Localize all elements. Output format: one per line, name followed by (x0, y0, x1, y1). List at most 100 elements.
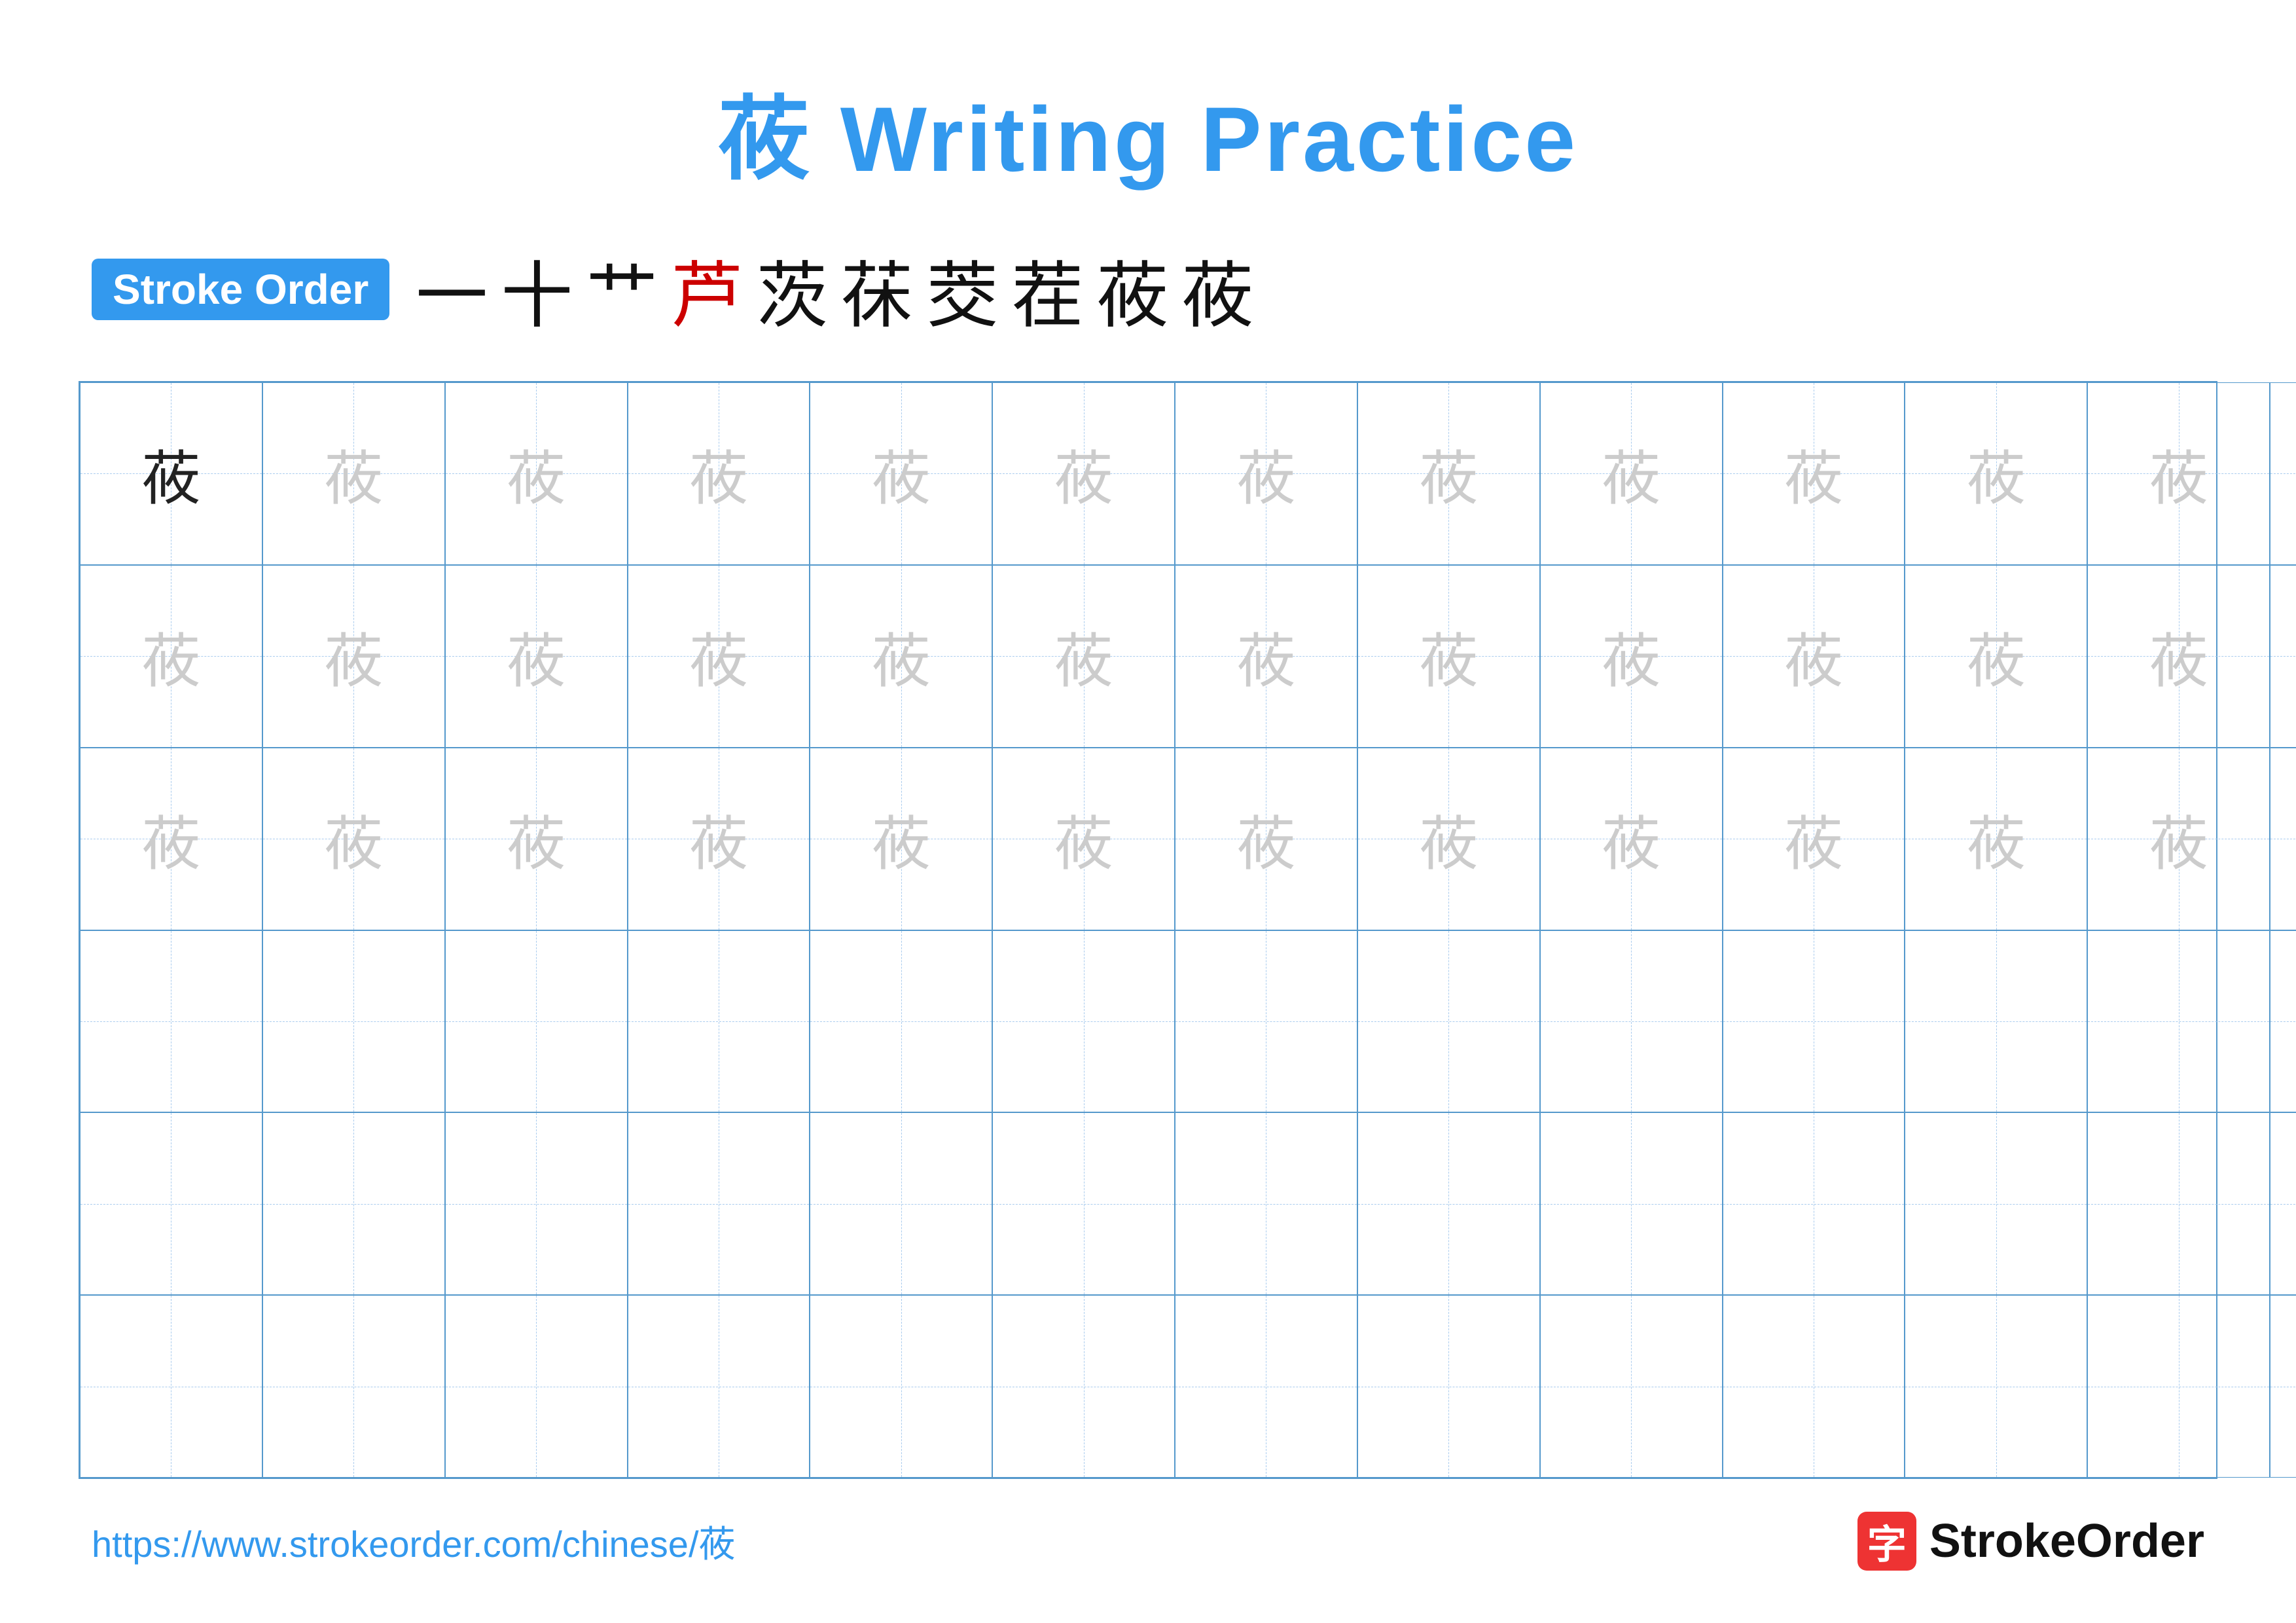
grid-cell[interactable]: 莜 (810, 382, 992, 565)
grid-cell[interactable]: 莜 (1905, 565, 2087, 748)
grid-char: 莜 (1419, 796, 1478, 881)
grid-char: 莜 (1602, 613, 1660, 699)
grid-cell[interactable] (445, 1112, 628, 1295)
grid-cell[interactable]: 莜 (1175, 565, 1357, 748)
grid-cell[interactable]: 莜 (2270, 382, 2296, 565)
grid-cell[interactable] (1723, 930, 1905, 1113)
grid-cell[interactable] (992, 1295, 1175, 1478)
grid-cell[interactable] (628, 930, 810, 1113)
grid-cell[interactable]: 莜 (628, 748, 810, 930)
grid-cell[interactable]: 莜 (80, 748, 262, 930)
stroke-seq-6: 茠 (841, 237, 913, 342)
grid-cell[interactable]: 莜 (628, 565, 810, 748)
grid-char: 莜 (324, 613, 383, 699)
grid-cell[interactable] (810, 1112, 992, 1295)
grid-cell[interactable]: 莜 (628, 382, 810, 565)
grid-cell[interactable]: 莜 (1175, 748, 1357, 930)
grid-cell[interactable]: 莜 (2087, 382, 2270, 565)
grid-cell[interactable]: 莜 (1357, 748, 1540, 930)
grid-cell[interactable] (80, 1295, 262, 1478)
grid-cell[interactable] (628, 1295, 810, 1478)
stroke-order-row: Stroke Order 一 十 艹 芦 茨 茠 茭 茬 莜 莜 (79, 237, 2217, 342)
grid-cell[interactable] (810, 1295, 992, 1478)
grid-char: 莜 (1967, 431, 2026, 516)
grid-cell[interactable] (2270, 1112, 2296, 1295)
stroke-seq-5: 茨 (756, 237, 828, 342)
grid-cell[interactable]: 莜 (992, 748, 1175, 930)
grid-char: 莜 (1054, 796, 1113, 881)
stroke-seq-7: 茭 (926, 237, 998, 342)
grid-cell[interactable]: 莜 (80, 382, 262, 565)
grid-cell[interactable] (992, 1112, 1175, 1295)
grid-cell[interactable] (445, 930, 628, 1113)
grid-cell[interactable] (1175, 930, 1357, 1113)
grid-cell[interactable]: 莜 (810, 748, 992, 930)
grid-cell[interactable]: 莜 (2087, 565, 2270, 748)
grid-cell[interactable] (1723, 1112, 1905, 1295)
grid-cell[interactable] (2087, 1112, 2270, 1295)
grid-cell[interactable] (2087, 930, 2270, 1113)
grid-cell[interactable]: 莜 (1540, 382, 1723, 565)
grid-cell[interactable]: 莜 (1723, 748, 1905, 930)
stroke-sequence: 一 十 艹 芦 茨 茠 茭 茬 莜 莜 (416, 237, 1253, 342)
grid-cell[interactable]: 莜 (2270, 565, 2296, 748)
grid-cell[interactable] (1540, 930, 1723, 1113)
grid-cell[interactable] (1357, 1295, 1540, 1478)
grid-cell[interactable]: 莜 (1723, 382, 1905, 565)
grid-cell[interactable] (2087, 1295, 2270, 1478)
footer-logo: 字 StrokeOrder (1857, 1512, 2204, 1571)
grid-cell[interactable] (262, 1112, 445, 1295)
grid-cell[interactable] (1357, 930, 1540, 1113)
grid-cell[interactable]: 莜 (1905, 382, 2087, 565)
grid-cell[interactable] (1175, 1295, 1357, 1478)
grid-cell[interactable] (1905, 1295, 2087, 1478)
grid-cell[interactable] (80, 1112, 262, 1295)
grid-cell[interactable] (262, 1295, 445, 1478)
grid-cell[interactable]: 莜 (1905, 748, 2087, 930)
footer-url: https://www.strokeorder.com/chinese/莜 (92, 1515, 736, 1568)
grid-cell[interactable]: 莜 (445, 382, 628, 565)
grid-cell[interactable] (2270, 1295, 2296, 1478)
footer-logo-text: StrokeOrder (1929, 1514, 2204, 1568)
grid-cell[interactable]: 莜 (992, 382, 1175, 565)
grid-char: 莜 (141, 613, 200, 699)
grid-cell[interactable]: 莜 (445, 565, 628, 748)
grid-char: 莜 (1602, 431, 1660, 516)
grid-cell[interactable]: 莜 (810, 565, 992, 748)
grid-cell[interactable]: 莜 (1357, 565, 1540, 748)
grid-cell[interactable]: 莜 (262, 565, 445, 748)
grid-cell[interactable]: 莜 (445, 748, 628, 930)
grid-cell[interactable]: 莜 (992, 565, 1175, 748)
grid-char: 莜 (1419, 431, 1478, 516)
grid-cell[interactable] (80, 930, 262, 1113)
grid-char: 莜 (1967, 796, 2026, 881)
grid-cell[interactable] (1905, 930, 2087, 1113)
grid-cell[interactable]: 莜 (262, 748, 445, 930)
grid-cell[interactable]: 莜 (1175, 382, 1357, 565)
grid-cell[interactable] (2270, 930, 2296, 1113)
grid-cell[interactable] (1357, 1112, 1540, 1295)
grid-cell[interactable] (1723, 1295, 1905, 1478)
grid-cell[interactable]: 莜 (1357, 382, 1540, 565)
grid-cell[interactable] (1905, 1112, 2087, 1295)
grid-cell[interactable] (992, 930, 1175, 1113)
grid-char: 莜 (507, 431, 565, 516)
grid-cell[interactable] (262, 930, 445, 1113)
grid-char: 莜 (2149, 431, 2208, 516)
grid-cell[interactable] (1540, 1112, 1723, 1295)
grid-cell[interactable]: 莜 (1540, 748, 1723, 930)
grid-char: 莜 (1236, 613, 1295, 699)
grid-cell[interactable]: 莜 (80, 565, 262, 748)
grid-char: 莜 (1419, 613, 1478, 699)
grid-cell[interactable] (810, 930, 992, 1113)
grid-cell[interactable]: 莜 (2270, 748, 2296, 930)
grid-cell[interactable]: 莜 (1723, 565, 1905, 748)
grid-cell[interactable]: 莜 (262, 382, 445, 565)
grid-char: 莜 (1236, 431, 1295, 516)
grid-cell[interactable]: 莜 (1540, 565, 1723, 748)
grid-cell[interactable] (628, 1112, 810, 1295)
grid-cell[interactable] (1540, 1295, 1723, 1478)
grid-cell[interactable]: 莜 (2087, 748, 2270, 930)
grid-cell[interactable] (1175, 1112, 1357, 1295)
grid-cell[interactable] (445, 1295, 628, 1478)
